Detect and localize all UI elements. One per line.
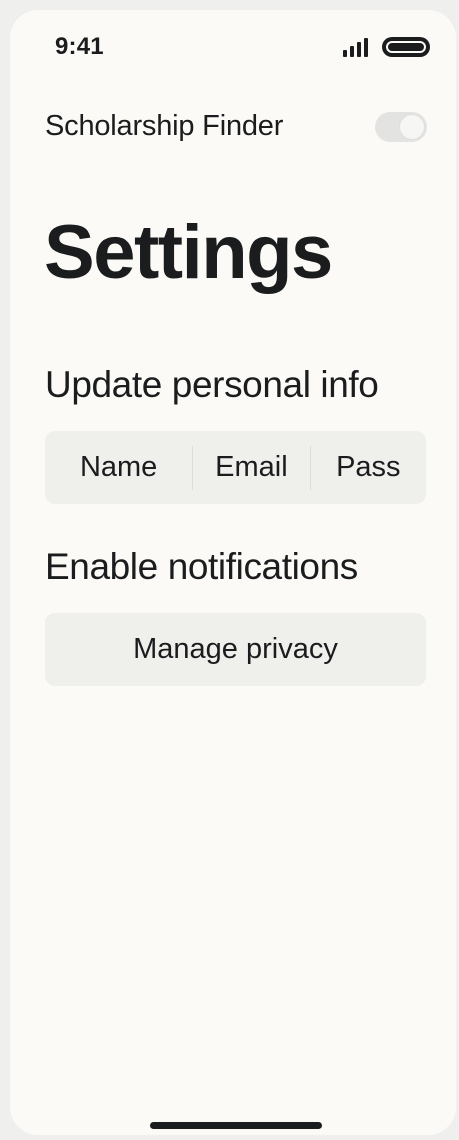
personal-info-heading: Update personal info — [45, 364, 379, 405]
notifications-heading: Enable notifications — [45, 546, 358, 587]
header-toggle[interactable] — [375, 112, 427, 142]
phone-screen: 9:41 Scholarship Finder Settings Update … — [10, 10, 456, 1135]
status-icons — [342, 37, 430, 57]
segment-name[interactable]: Name — [45, 431, 192, 504]
segment-pass[interactable]: Pass — [311, 431, 426, 504]
battery-icon — [382, 37, 430, 57]
personal-info-segmented-control: Name Email Pass — [45, 431, 426, 504]
status-time: 9:41 — [55, 33, 104, 60]
app-header: Scholarship Finder — [45, 108, 431, 148]
segment-email[interactable]: Email — [193, 431, 309, 504]
page-title: Settings — [44, 210, 333, 295]
status-bar: 9:41 — [10, 10, 456, 90]
home-indicator[interactable] — [150, 1122, 322, 1129]
toggle-knob — [400, 115, 424, 139]
signal-icon — [342, 37, 368, 57]
manage-privacy-button[interactable]: Manage privacy — [45, 613, 426, 686]
app-title: Scholarship Finder — [45, 110, 284, 142]
